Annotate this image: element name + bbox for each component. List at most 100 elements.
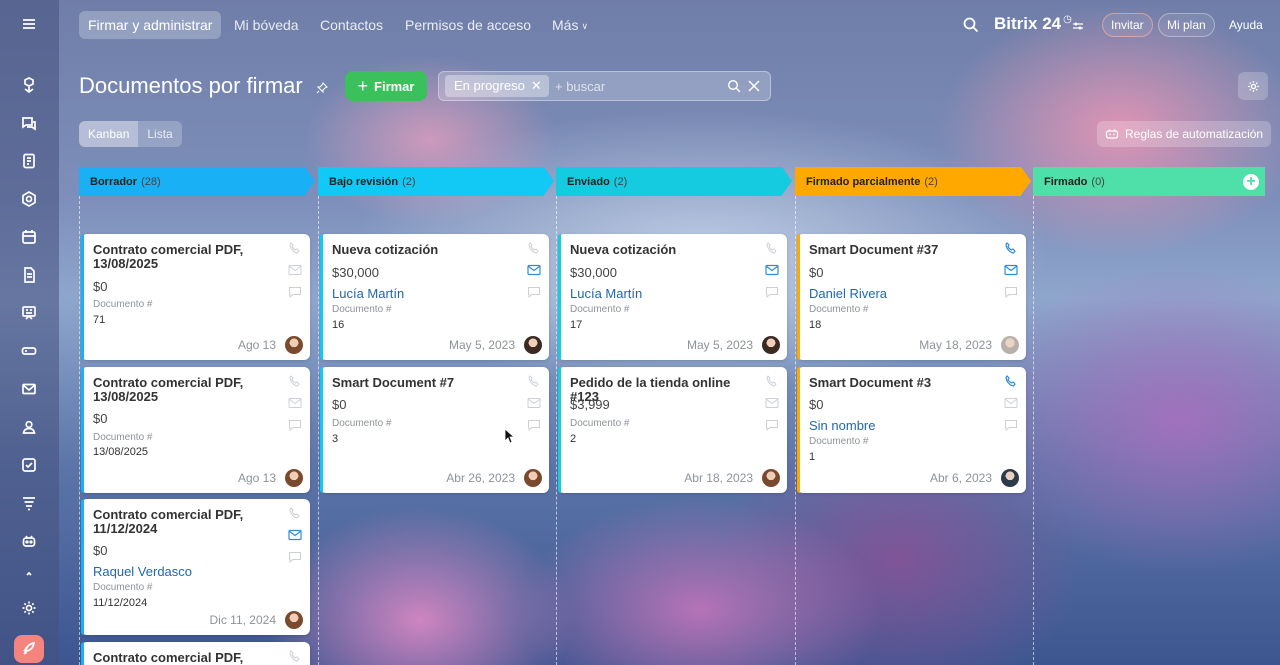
- settings-icon[interactable]: [13, 592, 45, 624]
- chat-icon[interactable]: [1004, 419, 1018, 431]
- board-icon[interactable]: [13, 297, 45, 329]
- nav-contacts[interactable]: Contactos: [311, 11, 392, 39]
- phone-icon[interactable]: [288, 242, 302, 254]
- kanban-card[interactable]: Pedido de la tienda online #123 $3,999 D…: [558, 367, 787, 493]
- card-title[interactable]: Nueva cotización: [332, 243, 517, 257]
- chat-icon[interactable]: [765, 419, 779, 431]
- avatar[interactable]: [762, 469, 780, 487]
- column-header-firmado-parcialmente[interactable]: Firmado parcialmente (2): [795, 167, 1031, 196]
- card-title[interactable]: Smart Document #7: [332, 376, 517, 390]
- column-header-borrador[interactable]: Borrador (28): [79, 167, 315, 196]
- avatar[interactable]: [524, 336, 542, 354]
- phone-icon[interactable]: [288, 507, 302, 519]
- search-input[interactable]: [555, 75, 715, 97]
- phone-icon[interactable]: [765, 375, 779, 387]
- mail-icon[interactable]: [527, 264, 541, 276]
- kanban-card[interactable]: Nueva cotización $30,000 Lucía Martín Do…: [558, 234, 787, 360]
- card-contact-link[interactable]: Lucía Martín: [332, 286, 404, 301]
- contacts-icon[interactable]: [13, 411, 45, 443]
- nav-more[interactable]: Más ∨: [543, 11, 597, 39]
- nav-my-vault[interactable]: Mi bóveda: [225, 11, 308, 39]
- sliders-icon[interactable]: [1072, 19, 1084, 37]
- automation-rules-button[interactable]: Reglas de automatización: [1097, 121, 1272, 147]
- search-icon[interactable]: [727, 79, 742, 99]
- avatar[interactable]: [285, 469, 303, 487]
- mail-icon[interactable]: [288, 529, 302, 541]
- column-header-enviado[interactable]: Enviado (2): [556, 167, 792, 196]
- card-title[interactable]: Contrato comercial PDF, 11/12/2024: [93, 508, 278, 536]
- crm-icon[interactable]: [13, 69, 45, 101]
- phone-icon[interactable]: [765, 242, 779, 254]
- mail-icon[interactable]: [288, 264, 302, 276]
- brand-logo[interactable]: Bitrix 24 ◷: [994, 14, 1072, 34]
- view-list[interactable]: Lista: [138, 121, 181, 147]
- kanban-card[interactable]: Nueva cotización $30,000 Lucía Martín Do…: [320, 234, 549, 360]
- kanban-card[interactable]: Contrato comercial PDF, 13/08/2025 $0 Do…: [81, 234, 310, 360]
- robot-icon[interactable]: [13, 525, 45, 557]
- clear-search-icon[interactable]: [747, 79, 761, 98]
- phone-icon[interactable]: [1004, 242, 1018, 254]
- card-title[interactable]: Smart Document #3: [809, 376, 994, 390]
- card-contact-link[interactable]: Sin nombre: [809, 418, 875, 433]
- avatar[interactable]: [524, 469, 542, 487]
- rocket-icon[interactable]: [14, 635, 44, 663]
- filter-search-box[interactable]: En progreso ✕: [438, 71, 771, 101]
- chat-icon[interactable]: [288, 419, 302, 431]
- card-title[interactable]: Contrato comercial PDF, 13/08/2025: [93, 243, 278, 271]
- phone-icon[interactable]: [288, 375, 302, 387]
- help-button[interactable]: Ayuda: [1220, 13, 1272, 37]
- kanban-card[interactable]: Smart Document #37 $0 Daniel Rivera Docu…: [797, 234, 1026, 360]
- hamburger-menu-icon[interactable]: [13, 8, 45, 40]
- card-title[interactable]: Nueva cotización: [570, 243, 755, 257]
- avatar[interactable]: [762, 336, 780, 354]
- kanban-card[interactable]: Contrato comercial PDF, 11/12/2024 $0 Ra…: [81, 499, 310, 635]
- card-title[interactable]: Contrato comercial PDF,: [93, 651, 278, 665]
- kanban-card[interactable]: Contrato comercial PDF, 13/08/2025 $0 Do…: [81, 367, 310, 493]
- chat-icon[interactable]: [765, 286, 779, 298]
- mail-icon[interactable]: [1004, 264, 1018, 276]
- view-kanban[interactable]: Kanban: [79, 121, 139, 147]
- phone-icon[interactable]: [527, 375, 541, 387]
- avatar[interactable]: [285, 336, 303, 354]
- avatar[interactable]: [1001, 469, 1019, 487]
- card-title[interactable]: Contrato comercial PDF, 13/08/2025: [93, 376, 278, 404]
- filter-stack-icon[interactable]: [13, 487, 45, 519]
- chat-icon[interactable]: [13, 107, 45, 139]
- sign-button[interactable]: + Firmar: [345, 71, 427, 101]
- avatar[interactable]: [285, 611, 303, 629]
- filter-chip[interactable]: En progreso ✕: [445, 75, 549, 97]
- kanban-card[interactable]: Smart Document #7 $0 Documento # 3 Abr 2…: [320, 367, 549, 493]
- mail-icon[interactable]: [288, 397, 302, 409]
- document-icon[interactable]: [13, 259, 45, 291]
- tasks-icon[interactable]: [13, 449, 45, 481]
- calendar-icon[interactable]: [13, 221, 45, 253]
- mail-icon[interactable]: [527, 397, 541, 409]
- nav-access-permissions[interactable]: Permisos de acceso: [396, 11, 540, 39]
- settings-gear-button[interactable]: [1238, 72, 1268, 100]
- card-contact-link[interactable]: Daniel Rivera: [809, 286, 887, 301]
- card-title[interactable]: Smart Document #37: [809, 243, 994, 257]
- kanban-card[interactable]: Smart Document #3 $0 Sin nombre Document…: [797, 367, 1026, 493]
- my-plan-button[interactable]: Mi plan: [1158, 13, 1215, 37]
- chat-icon[interactable]: [1004, 286, 1018, 298]
- card-contact-link[interactable]: Raquel Verdasco: [93, 564, 192, 579]
- mail-icon[interactable]: [765, 264, 779, 276]
- chat-icon[interactable]: [288, 286, 302, 298]
- avatar[interactable]: [1001, 336, 1019, 354]
- invite-button[interactable]: Invitar: [1102, 13, 1153, 37]
- search-icon[interactable]: [962, 16, 980, 39]
- drive-icon[interactable]: [13, 335, 45, 367]
- phone-icon[interactable]: [288, 650, 302, 662]
- pin-icon[interactable]: [316, 81, 328, 99]
- mail-icon[interactable]: [13, 373, 45, 405]
- nav-sign-and-manage[interactable]: Firmar y administrar: [79, 11, 222, 39]
- add-column-icon[interactable]: +: [1243, 174, 1259, 190]
- column-header-bajo-revision[interactable]: Bajo revisión (2): [318, 167, 554, 196]
- chat-icon[interactable]: [527, 419, 541, 431]
- phone-icon[interactable]: [1004, 375, 1018, 387]
- column-header-firmado[interactable]: Firmado (0) +: [1033, 167, 1265, 196]
- hexagon-icon[interactable]: [13, 183, 45, 215]
- phone-icon[interactable]: [527, 242, 541, 254]
- collapse-up-icon[interactable]: [13, 566, 45, 580]
- chat-icon[interactable]: [288, 551, 302, 563]
